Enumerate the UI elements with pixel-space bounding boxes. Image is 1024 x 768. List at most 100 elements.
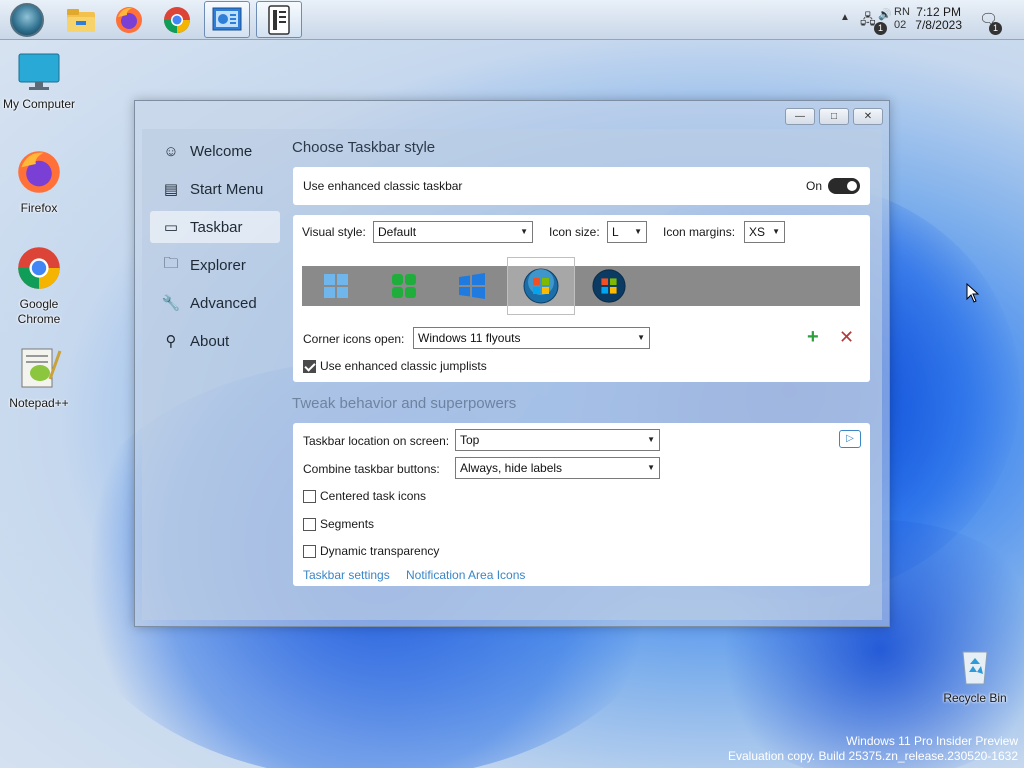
notification-area-icons-link[interactable]: Notification Area Icons bbox=[406, 568, 525, 582]
transparency-label: Dynamic transparency bbox=[320, 544, 440, 558]
transparency-checkbox[interactable] bbox=[303, 544, 316, 558]
desktop-icon-recycle-bin[interactable]: Recycle Bin bbox=[936, 646, 1014, 706]
section-title-taskbar-style: Choose Taskbar style bbox=[292, 139, 436, 156]
segments-checkbox[interactable] bbox=[303, 517, 316, 531]
toggle-state-label: On bbox=[806, 179, 823, 193]
chevron-down-icon: ▼ bbox=[520, 227, 528, 236]
desktop-icon-chrome[interactable]: Google Chrome bbox=[0, 244, 78, 327]
start-orb-icon bbox=[10, 2, 44, 37]
centered-checkbox-row[interactable]: Centered task icons bbox=[303, 489, 426, 503]
settings-app-icon bbox=[268, 4, 290, 35]
desktop-icon-my-computer[interactable]: My Computer bbox=[0, 52, 78, 112]
centered-label: Centered task icons bbox=[320, 489, 427, 503]
chevron-down-icon: ▼ bbox=[634, 227, 642, 236]
smiley-icon: ☺ bbox=[163, 142, 179, 160]
network-badge: 1 bbox=[874, 22, 887, 35]
location-value: Top bbox=[460, 433, 480, 447]
system-tray: ▲ 🖧 1 🔊 RN 02 7:12 PM 7/8/2023 🗨 1 bbox=[834, 0, 1024, 40]
visual-style-select[interactable]: Default ▼ bbox=[373, 221, 533, 243]
chrome-icon bbox=[164, 6, 190, 33]
desktop-icon-notepadpp[interactable]: Notepad++ bbox=[0, 345, 78, 411]
clock-time: 7:12 PM bbox=[916, 5, 961, 19]
taskbar-app-control-panel[interactable] bbox=[204, 1, 250, 38]
icon-size-label: Icon size: bbox=[549, 225, 600, 239]
icon-margins-select[interactable]: XS ▼ bbox=[744, 221, 785, 243]
add-icon[interactable]: + bbox=[807, 326, 819, 349]
nav-label: Taskbar bbox=[190, 218, 243, 236]
taskbar-settings-link[interactable]: Taskbar settings bbox=[303, 568, 390, 582]
icon-size-select[interactable]: L ▼ bbox=[607, 221, 647, 243]
taskbar-app-file-explorer[interactable] bbox=[58, 1, 104, 38]
close-button[interactable]: ✕ bbox=[853, 108, 883, 125]
enhanced-taskbar-toggle[interactable] bbox=[828, 178, 860, 194]
nav-label: Explorer bbox=[190, 256, 246, 274]
desktop-icon-label: Notepad++ bbox=[9, 396, 69, 410]
enhanced-taskbar-label: Use enhanced classic taskbar bbox=[303, 179, 463, 193]
nav-item-taskbar[interactable]: ▭ Taskbar bbox=[150, 211, 280, 243]
chevron-down-icon: ▼ bbox=[772, 227, 780, 236]
maximize-button[interactable]: □ bbox=[819, 108, 849, 125]
corner-icons-value: Windows 11 flyouts bbox=[418, 331, 521, 345]
firefox-icon bbox=[18, 151, 60, 193]
transparency-checkbox-row[interactable]: Dynamic transparency bbox=[303, 544, 439, 558]
nav-item-welcome[interactable]: ☺ Welcome bbox=[150, 135, 280, 167]
start-button[interactable] bbox=[4, 1, 50, 38]
clock[interactable]: 7:12 PM 7/8/2023 bbox=[915, 6, 962, 32]
enhanced-taskbar-card: Use enhanced classic taskbar On bbox=[293, 167, 870, 205]
nav-label: Start Menu bbox=[190, 180, 264, 198]
nav-item-start-menu[interactable]: ▤ Start Menu bbox=[150, 173, 280, 205]
windows-vista-orb-icon bbox=[592, 269, 626, 303]
taskbar-app-chrome[interactable] bbox=[154, 1, 200, 38]
tray-partial-text-2: 02 bbox=[894, 19, 907, 31]
style-option-windows-7-orb[interactable] bbox=[507, 257, 575, 315]
nav-label: About bbox=[190, 332, 230, 350]
jumplists-checkbox-row[interactable]: Use enhanced classic jumplists bbox=[303, 359, 487, 373]
style-option-windows-10-blue[interactable] bbox=[438, 266, 506, 306]
corner-icons-select[interactable]: Windows 11 flyouts ▼ bbox=[413, 327, 650, 349]
nav-item-advanced[interactable]: 🔧 Advanced bbox=[150, 287, 280, 319]
windows-7-orb-icon bbox=[523, 268, 559, 304]
minimize-button[interactable]: — bbox=[785, 108, 815, 125]
chevron-up-icon[interactable]: ▲ bbox=[840, 12, 850, 23]
remove-icon[interactable]: ✕ bbox=[839, 327, 854, 348]
behavior-card: Taskbar location on screen: Top ▼ ▷ Comb… bbox=[293, 423, 870, 586]
nav-label: Advanced bbox=[190, 294, 257, 312]
jumplists-label: Use enhanced classic jumplists bbox=[320, 359, 487, 373]
location-label: Taskbar location on screen: bbox=[303, 434, 450, 448]
folder-icon: 🗀 bbox=[163, 254, 179, 272]
start-menu-icon: ▤ bbox=[163, 181, 179, 198]
explorer-patcher-window: — □ ✕ ☺ Welcome ▤ Start Menu ▭ Taskbar 🗀… bbox=[134, 100, 890, 627]
nav-item-about[interactable]: ⚲ About bbox=[150, 325, 280, 357]
style-option-windows-vista-orb[interactable] bbox=[575, 266, 643, 306]
combine-value: Always, hide labels bbox=[460, 461, 563, 475]
segments-checkbox-row[interactable]: Segments bbox=[303, 517, 374, 531]
chevron-down-icon: ▼ bbox=[637, 333, 645, 342]
nav-label: Welcome bbox=[190, 142, 253, 160]
watermark-line-1: Windows 11 Pro Insider Preview bbox=[846, 734, 1018, 748]
taskbar: ▲ 🖧 1 🔊 RN 02 7:12 PM 7/8/2023 🗨 1 bbox=[0, 0, 1024, 40]
centered-checkbox[interactable] bbox=[303, 489, 316, 503]
nav-item-explorer[interactable]: 🗀 Explorer bbox=[150, 249, 280, 281]
control-panel-icon bbox=[212, 7, 242, 30]
jumplists-checkbox[interactable] bbox=[303, 359, 316, 373]
taskbar-app-settings[interactable] bbox=[256, 1, 302, 38]
combine-select[interactable]: Always, hide labels ▼ bbox=[455, 457, 660, 479]
clock-date: 7/8/2023 bbox=[915, 18, 962, 32]
preview-play-icon[interactable]: ▷ bbox=[839, 430, 861, 448]
window-client-area: ☺ Welcome ▤ Start Menu ▭ Taskbar 🗀 Explo… bbox=[142, 129, 882, 620]
style-options-card: Visual style: Default ▼ Icon size: L ▼ I… bbox=[293, 215, 870, 382]
monitor-icon bbox=[18, 53, 60, 90]
desktop-icon-label: Recycle Bin bbox=[943, 691, 1007, 705]
icon-size-value: L bbox=[612, 225, 619, 239]
taskbar-app-firefox[interactable] bbox=[106, 1, 152, 38]
style-option-windows-10-green[interactable] bbox=[370, 266, 438, 306]
desktop-icon-firefox[interactable]: Firefox bbox=[0, 148, 78, 216]
volume-icon[interactable]: 🔊 bbox=[878, 8, 892, 21]
location-select[interactable]: Top ▼ bbox=[455, 429, 660, 451]
icon-margins-label: Icon margins: bbox=[663, 225, 736, 239]
windows-10-logo-icon bbox=[459, 273, 485, 299]
section-title-behavior: Tweak behavior and superpowers bbox=[292, 395, 517, 412]
style-option-windows-11[interactable] bbox=[302, 266, 370, 306]
start-button-style-strip bbox=[302, 257, 860, 315]
window-controls: — □ ✕ bbox=[785, 108, 883, 125]
